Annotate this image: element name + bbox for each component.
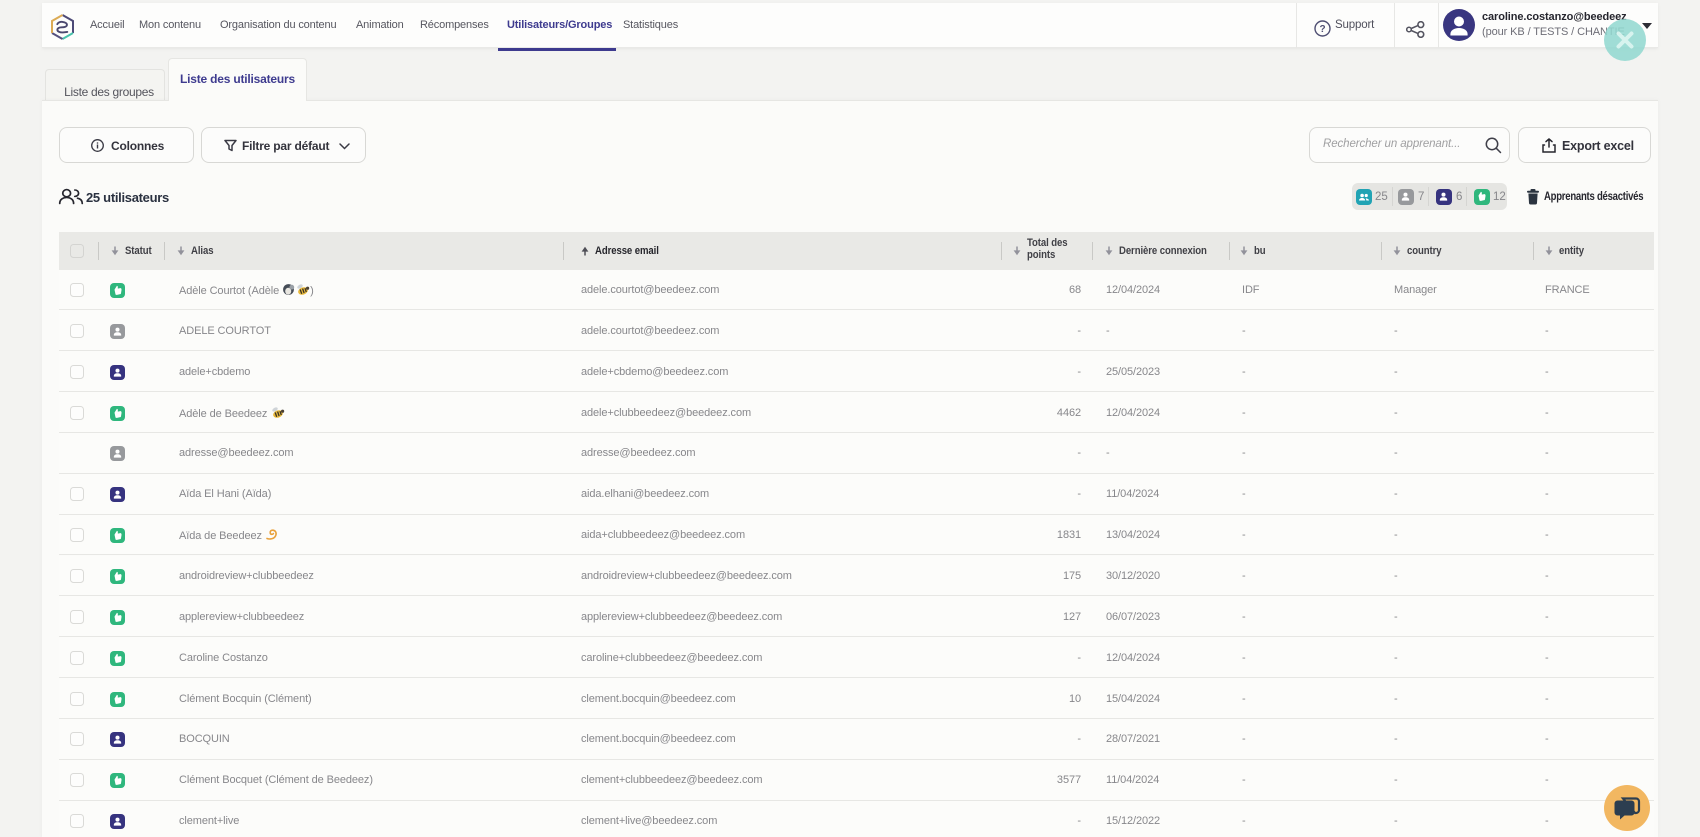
svg-text:?: ? — [1319, 24, 1325, 35]
